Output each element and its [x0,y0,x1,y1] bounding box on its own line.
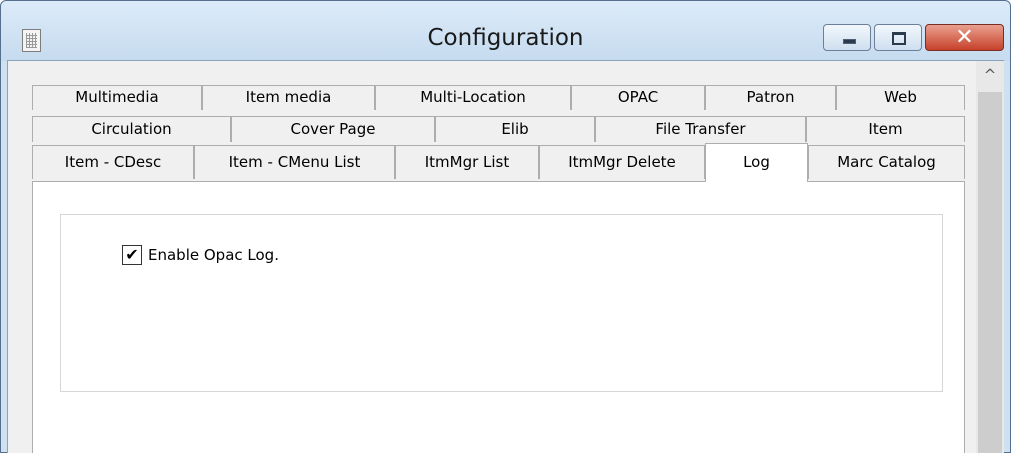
tab-file-transfer[interactable]: File Transfer [595,116,806,142]
tab-multi-location[interactable]: Multi-Location [375,85,571,110]
check-icon: ✔ [125,245,139,264]
log-options-groupbox [60,214,943,392]
tab-elib[interactable]: Elib [435,116,595,142]
tab-log[interactable]: Log [705,143,808,182]
tab-item[interactable]: Item [806,116,965,142]
close-button[interactable]: ✕ [925,24,1004,51]
minimize-button[interactable] [823,24,871,51]
tab-patron[interactable]: Patron [705,85,836,110]
tab-web[interactable]: Web [836,85,965,110]
maximize-button[interactable] [874,24,922,51]
scrollbar-thumb[interactable] [978,92,1002,453]
minimize-icon [843,39,856,44]
tab-itmmgr-delete[interactable]: ItmMgr Delete [539,145,705,179]
scroll-up-icon[interactable]: ^ [976,61,1004,89]
tab-opac[interactable]: OPAC [571,85,705,110]
tab-multimedia[interactable]: Multimedia [32,85,202,110]
tab-item-cmenu-list[interactable]: Item - CMenu List [194,145,395,179]
enable-opac-log-label[interactable]: Enable Opac Log. [148,244,279,266]
close-icon: ✕ [955,25,974,50]
tab-cover-page[interactable]: Cover Page [231,116,435,142]
tab-marc-catalog[interactable]: Marc Catalog [808,145,965,179]
tab-item-cdesc[interactable]: Item - CDesc [32,145,194,179]
maximize-icon [892,32,906,45]
enable-opac-log-checkbox[interactable]: ✔ [122,245,142,265]
title-bar[interactable]: Configuration ✕ [1,1,1010,61]
tab-item-media[interactable]: Item media [202,85,375,110]
tab-itmmgr-list[interactable]: ItmMgr List [395,145,539,179]
tab-circulation[interactable]: Circulation [32,116,231,142]
